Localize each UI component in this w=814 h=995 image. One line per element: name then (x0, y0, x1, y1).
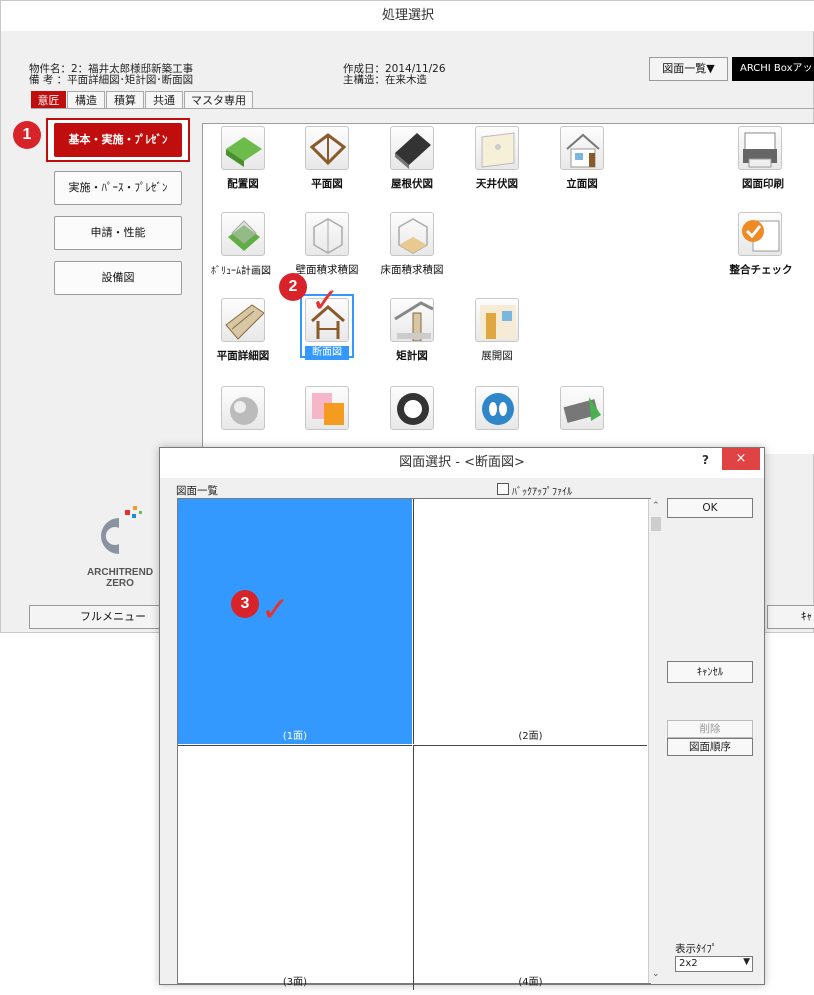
floor-plan-icon (305, 126, 349, 170)
backup-label: ﾊﾞｯｸｱｯﾌﾟﾌｧｲﾙ (512, 487, 572, 498)
backup-checkbox[interactable] (497, 483, 509, 495)
main-structure: 主構造：在来木造 (343, 74, 427, 86)
step-marker-2: 2 (279, 273, 307, 301)
icon-label: 展開図 (481, 350, 513, 362)
icon-label: 配置図 (227, 178, 259, 190)
category-application-button[interactable]: 申請・性能 (54, 216, 182, 250)
archi-box-button[interactable]: ARCHI Boxアッ (732, 57, 814, 81)
display-type-label: 表示ﾀｲﾌﾟ (675, 943, 717, 955)
drawing-cell-4[interactable]: (4面) (413, 745, 647, 990)
display-type-select[interactable]: 2x2 ▼ (675, 956, 753, 972)
cell-label: (2面) (518, 731, 543, 742)
icon-label: 矩計図 (396, 350, 428, 362)
icon-label: 平面詳細図 (216, 350, 270, 362)
dialog-title: 図面選択 - <断面図> (399, 455, 525, 470)
cell-label: (1面) (282, 731, 308, 742)
cell-label: (3面) (282, 977, 308, 988)
elevation-icon (560, 126, 604, 170)
drawing-grid: (1面) (2面) (3面) (4面) ⌃ ⌄ (177, 498, 663, 990)
icon-label: 床面積求積図 (380, 264, 444, 276)
archi-logo-mark (85, 504, 155, 567)
logo-text: ARCHITREND ZERO (75, 567, 165, 589)
drawing-cell-2[interactable]: (2面) (413, 499, 647, 744)
logo-line-2: ZERO (106, 578, 134, 589)
drawing-list-button[interactable]: 図面一覧▼ (649, 57, 728, 81)
presentation-icon[interactable] (305, 386, 349, 430)
category-equipment-button[interactable]: 設備図 (54, 261, 182, 295)
tab-common[interactable]: 共通 (145, 91, 183, 109)
cell-label: (4面) (518, 977, 543, 988)
icon-label: 平面図 (311, 178, 343, 190)
drawing-cell-3[interactable]: (3面) (178, 745, 412, 990)
icon-label: ﾎﾞﾘｭｰﾑ計画図 (211, 266, 271, 277)
floor-area-icon (390, 212, 434, 256)
chevron-down-icon: ▼ (743, 957, 750, 967)
display-type-value: 2x2 (679, 958, 698, 969)
icon-label: 図面印刷 (742, 178, 784, 190)
scroll-down-icon[interactable]: ⌄ (652, 969, 660, 979)
ceiling-plan-icon (475, 126, 519, 170)
close-button[interactable]: × (722, 448, 760, 470)
scroll-up-icon[interactable]: ⌃ (652, 501, 660, 511)
grid-scrollbar[interactable]: ⌃ ⌄ (648, 499, 663, 983)
category-basic-button[interactable]: 基本・実施・ﾌﾟﾚｾﾞﾝ (54, 123, 182, 157)
check-mark-2: ✓ (311, 281, 340, 321)
tab-panel-divider (31, 108, 814, 109)
delete-button: 削除 (667, 720, 753, 738)
design-tool-icon[interactable] (390, 386, 434, 430)
drawing-cell-1[interactable]: (1面) (178, 499, 412, 744)
printer-icon (738, 126, 782, 170)
icon-label: 屋根伏図 (391, 178, 433, 190)
icon-label: 整合チェック (729, 264, 793, 276)
icon-label: 天井伏図 (476, 178, 518, 190)
step-marker-3: 3 (231, 590, 259, 618)
window-title: 処理選択 (1, 1, 814, 31)
icon-label: 断面図 (305, 346, 349, 360)
detail-plan-icon (221, 298, 265, 342)
wall-area-icon (305, 212, 349, 256)
rendering-icon[interactable] (221, 386, 265, 430)
drawing-select-dialog: 図面選択 - <断面図> ? × 図面一覧 ﾊﾞｯｸｱｯﾌﾟﾌｧｲﾙ (1面) … (159, 447, 765, 990)
volume-plan-icon (221, 212, 265, 256)
site-plan-icon (221, 126, 265, 170)
drawing-order-button[interactable]: 図面順序 (667, 738, 753, 756)
dialog-titlebar: 図面選択 - <断面図> ? × (160, 448, 764, 478)
project-note: 備 考 ：平面詳細図･矩計図･断面図 (29, 74, 194, 86)
tab-structure[interactable]: 構造 (67, 91, 105, 109)
sectional-detail-icon (390, 298, 434, 342)
footprint-icon[interactable] (475, 386, 519, 430)
help-button[interactable]: ? (702, 453, 709, 467)
icon-label: 立面図 (566, 178, 598, 190)
dialog-cancel-button[interactable]: ｷｬﾝｾﾙ (667, 661, 753, 683)
step-marker-1: 1 (13, 121, 41, 149)
interior-elevation-icon (475, 298, 519, 342)
category-execution-button[interactable]: 実施・ﾊﾟｰｽ・ﾌﾟﾚｾﾞﾝ (54, 171, 182, 205)
material-icon[interactable] (560, 386, 604, 430)
tab-master[interactable]: マスタ専用 (184, 91, 253, 109)
tab-estimate[interactable]: 積算 (106, 91, 144, 109)
scroll-thumb[interactable] (651, 517, 661, 531)
logo-line-1: ARCHITREND (86, 567, 154, 578)
drawing-list-label: 図面一覧 (176, 485, 218, 497)
tab-design[interactable]: 意匠 (31, 91, 66, 109)
consistency-check-icon (738, 212, 782, 256)
check-mark-3: ✓ (261, 590, 290, 630)
ok-button[interactable]: OK (667, 498, 753, 518)
roof-plan-icon (390, 126, 434, 170)
main-cancel-button[interactable]: ｷｬ (767, 605, 814, 629)
